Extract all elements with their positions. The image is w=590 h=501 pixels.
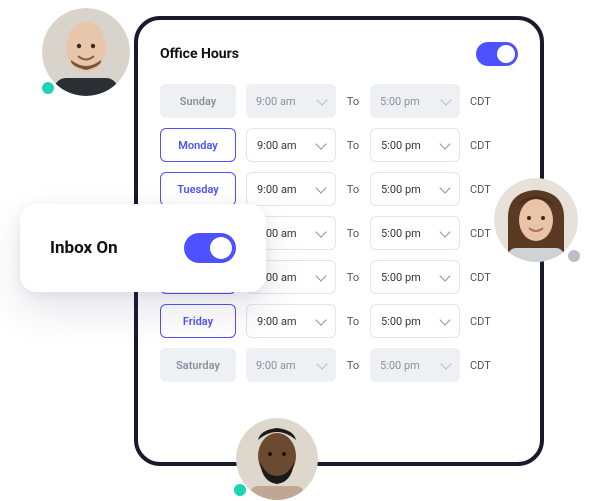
- chevron-down-icon: [315, 314, 326, 325]
- chevron-down-icon: [439, 314, 450, 325]
- end-time-value: 5:00 pm: [381, 139, 421, 152]
- chevron-down-icon: [315, 138, 326, 149]
- status-dot-away: [568, 250, 580, 262]
- avatar-user-3: [236, 418, 318, 500]
- chevron-down-icon: [440, 94, 451, 105]
- avatar-user-1: [42, 8, 130, 96]
- to-label: To: [346, 227, 360, 240]
- section-title: Office Hours: [160, 46, 239, 62]
- chevron-down-icon: [315, 182, 326, 193]
- end-time-select[interactable]: 5:00 pm: [370, 172, 460, 206]
- to-label: To: [346, 271, 360, 284]
- timezone-label: CDT: [470, 227, 496, 240]
- end-time-select: 5:00 pm: [370, 348, 460, 382]
- chevron-down-icon: [315, 226, 326, 237]
- start-time-select[interactable]: 9:00 am: [246, 304, 336, 338]
- toggle-knob: [210, 237, 232, 259]
- end-time-value: 5:00 pm: [381, 271, 421, 284]
- end-time-select: 5:00 pm: [370, 84, 460, 118]
- timezone-label: CDT: [470, 95, 496, 108]
- start-time-value: 9:00 am: [256, 95, 296, 108]
- schedule-row: Sunday 9:00 am To 5:00 pm CDT: [160, 84, 518, 118]
- inbox-label: Inbox On: [50, 238, 118, 258]
- chevron-down-icon: [316, 94, 327, 105]
- end-time-select[interactable]: 5:00 pm: [370, 128, 460, 162]
- timezone-label: CDT: [470, 271, 496, 284]
- start-time-select: 9:00 am: [246, 84, 336, 118]
- day-chip-saturday[interactable]: Saturday: [160, 348, 236, 382]
- chevron-down-icon: [439, 226, 450, 237]
- day-chip-tuesday[interactable]: Tuesday: [160, 172, 236, 206]
- office-hours-toggle[interactable]: [476, 42, 518, 66]
- timezone-label: CDT: [470, 315, 496, 328]
- end-time-value: 5:00 pm: [381, 183, 421, 196]
- end-time-value: 5:00 pm: [381, 227, 421, 240]
- start-time-select[interactable]: 9:00 am: [246, 128, 336, 162]
- start-time-value: 9:00 am: [257, 139, 297, 152]
- to-label: To: [346, 359, 360, 372]
- end-time-select[interactable]: 5:00 pm: [370, 216, 460, 250]
- to-label: To: [346, 183, 360, 196]
- day-chip-monday[interactable]: Monday: [160, 128, 236, 162]
- schedule-row: Friday 9:00 am To 5:00 pm CDT: [160, 304, 518, 338]
- chevron-down-icon: [439, 270, 450, 281]
- to-label: To: [346, 95, 360, 108]
- timezone-label: CDT: [470, 139, 496, 152]
- status-dot-online: [234, 484, 246, 496]
- status-dot-online: [42, 82, 54, 94]
- day-chip-friday[interactable]: Friday: [160, 304, 236, 338]
- timezone-label: CDT: [470, 359, 496, 372]
- panel-header: Office Hours: [160, 42, 518, 66]
- to-label: To: [346, 315, 360, 328]
- end-time-select[interactable]: 5:00 pm: [370, 260, 460, 294]
- schedule-row: Saturday 9:00 am To 5:00 pm CDT: [160, 348, 518, 382]
- chevron-down-icon: [440, 358, 451, 369]
- end-time-value: 5:00 pm: [380, 95, 420, 108]
- toggle-knob: [497, 45, 515, 63]
- inbox-toggle[interactable]: [184, 233, 236, 263]
- start-time-value: 9:00 am: [256, 359, 296, 372]
- avatar-user-2: [494, 178, 578, 262]
- timezone-label: CDT: [470, 183, 496, 196]
- end-time-value: 5:00 pm: [380, 359, 420, 372]
- start-time-select[interactable]: 9:00 am: [246, 172, 336, 206]
- schedule-row: Monday 9:00 am To 5:00 pm CDT: [160, 128, 518, 162]
- chevron-down-icon: [316, 358, 327, 369]
- schedule-row: Tuesday 9:00 am To 5:00 pm CDT: [160, 172, 518, 206]
- day-chip-sunday[interactable]: Sunday: [160, 84, 236, 118]
- start-time-select: 9:00 am: [246, 348, 336, 382]
- chevron-down-icon: [439, 138, 450, 149]
- chevron-down-icon: [315, 270, 326, 281]
- start-time-value: 9:00 am: [257, 183, 297, 196]
- start-time-value: 9:00 am: [257, 315, 297, 328]
- end-time-select[interactable]: 5:00 pm: [370, 304, 460, 338]
- chevron-down-icon: [439, 182, 450, 193]
- to-label: To: [346, 139, 360, 152]
- inbox-card: Inbox On: [20, 204, 266, 292]
- end-time-value: 5:00 pm: [381, 315, 421, 328]
